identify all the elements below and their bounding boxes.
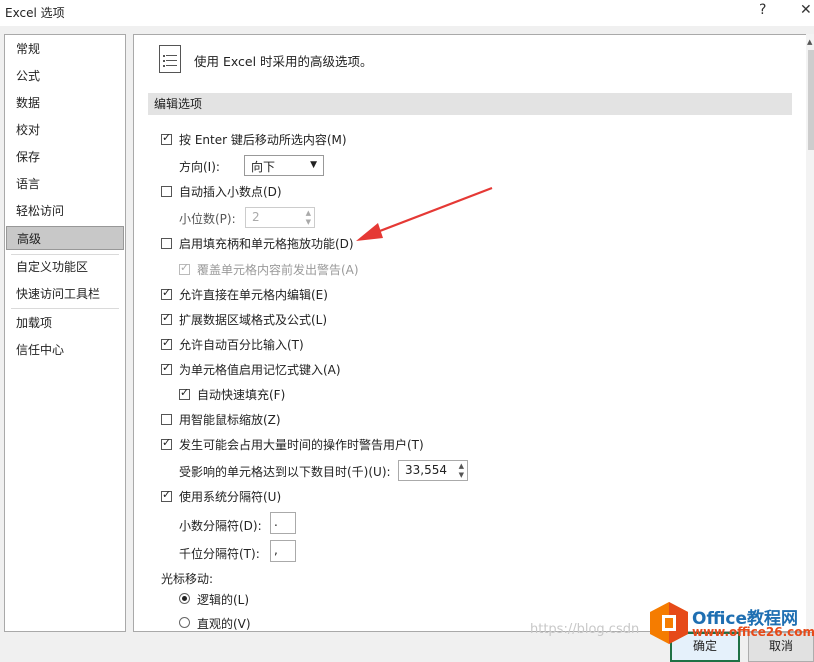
sidebar-item-formulas[interactable]: 公式 [6, 64, 124, 88]
sidebar-item-customize-ribbon[interactable]: 自定义功能区 [6, 255, 124, 279]
scroll-up-icon[interactable]: ▲ [807, 38, 812, 46]
sidebar-item-data[interactable]: 数据 [6, 91, 124, 115]
visual-label: 直观的(V) [197, 617, 251, 631]
close-button[interactable]: ✕ [800, 2, 812, 18]
cells-threshold-value: 33,554 [405, 463, 447, 477]
visual-radio[interactable] [179, 617, 190, 628]
fill-handle-checkbox[interactable] [161, 238, 172, 249]
logical-radio[interactable] [179, 593, 190, 604]
sidebar-item-proofing[interactable]: 校对 [6, 118, 124, 142]
flash-fill-label: 自动快速填充(F) [197, 388, 286, 402]
sidebar-item-general[interactable]: 常规 [6, 37, 124, 61]
enter-move-checkbox[interactable] [161, 131, 172, 145]
alert-slow-checkbox[interactable] [161, 436, 172, 450]
decimal-separator-label: 小数分隔符(D): [179, 519, 262, 533]
places-spinner[interactable]: 2 ▲ ▼ [245, 207, 315, 228]
spin-up-icon[interactable]: ▲ [306, 209, 311, 217]
options-panel: 使用 Excel 时采用的高级选项。 编辑选项 按 Enter 键后移动所选内容… [133, 34, 807, 632]
sidebar: 常规 公式 数据 校对 保存 语言 轻松访问 高级 自定义功能区 快速访问工具栏… [4, 34, 126, 632]
document-icon [159, 45, 181, 73]
auto-decimal-label: 自动插入小数点(D) [179, 185, 282, 199]
cells-threshold-label: 受影响的单元格达到以下数目时(千)(U): [179, 465, 391, 479]
title-bar: Excel 选项 ? ✕ [0, 0, 814, 26]
logical-label: 逻辑的(L) [197, 593, 250, 607]
chevron-down-icon: ▼ [310, 160, 317, 170]
spin-up-icon[interactable]: ▲ [459, 462, 464, 470]
section-header-editing: 编辑选项 [148, 93, 792, 115]
office-logo-icon [650, 602, 688, 644]
places-value: 2 [252, 210, 260, 224]
direction-label: 方向(I): [179, 160, 220, 174]
watermark-site: www.office26.com [692, 625, 814, 639]
scroll-thumb[interactable] [808, 50, 814, 150]
zoom-roll-checkbox[interactable] [161, 414, 172, 425]
extend-formats-label: 扩展数据区域格式及公式(L) [179, 313, 328, 327]
flash-fill-checkbox[interactable] [179, 386, 190, 400]
fill-handle-label: 启用填充柄和单元格拖放功能(D) [179, 237, 354, 251]
decimal-separator-input[interactable]: . [270, 512, 296, 534]
sidebar-item-quick-access-toolbar[interactable]: 快速访问工具栏 [6, 282, 124, 306]
auto-percent-label: 允许自动百分比输入(T) [179, 338, 304, 352]
alert-overwrite-label: 覆盖单元格内容前发出警告(A) [197, 263, 359, 277]
decimal-separator-value: . [274, 515, 278, 529]
help-button[interactable]: ? [759, 2, 766, 18]
sidebar-item-trust-center[interactable]: 信任中心 [6, 338, 124, 362]
auto-decimal-checkbox[interactable] [161, 186, 172, 197]
spin-down-icon[interactable]: ▼ [306, 218, 311, 226]
auto-percent-checkbox[interactable] [161, 336, 172, 350]
window-title: Excel 选项 [5, 6, 65, 20]
places-label: 小位数(P): [179, 212, 236, 226]
direction-select[interactable]: 向下 ▼ [244, 155, 324, 176]
sidebar-item-add-ins[interactable]: 加载项 [6, 311, 124, 335]
thousands-separator-label: 千位分隔符(T): [179, 547, 260, 561]
alert-slow-label: 发生可能会占用大量时间的操作时警告用户(T) [179, 438, 424, 452]
watermark-url: https://blog.csdn [530, 622, 640, 637]
system-separators-label: 使用系统分隔符(U) [179, 490, 282, 504]
page-title: 使用 Excel 时采用的高级选项。 [194, 54, 373, 69]
autocomplete-label: 为单元格值启用记忆式键入(A) [179, 363, 341, 377]
sidebar-divider [11, 308, 119, 309]
zoom-roll-label: 用智能鼠标缩放(Z) [179, 413, 281, 427]
annotation-arrow-icon [356, 186, 493, 241]
sidebar-item-advanced[interactable]: 高级 [6, 226, 124, 250]
edit-in-cell-label: 允许直接在单元格内编辑(E) [179, 288, 328, 302]
alert-overwrite-checkbox[interactable] [179, 261, 190, 275]
sidebar-item-save[interactable]: 保存 [6, 145, 124, 169]
autocomplete-checkbox[interactable] [161, 361, 172, 375]
sidebar-item-accessibility[interactable]: 轻松访问 [6, 199, 124, 223]
cells-threshold-spinner[interactable]: 33,554 ▲ ▼ [398, 460, 468, 481]
enter-move-label: 按 Enter 键后移动所选内容(M) [179, 133, 347, 147]
extend-formats-checkbox[interactable] [161, 311, 172, 325]
thousands-separator-value: , [274, 543, 278, 557]
cursor-movement-label: 光标移动: [161, 572, 214, 586]
direction-value: 向下 [251, 160, 276, 174]
system-separators-checkbox[interactable] [161, 488, 172, 502]
spin-down-icon[interactable]: ▼ [459, 471, 464, 479]
edit-in-cell-checkbox[interactable] [161, 286, 172, 300]
thousands-separator-input[interactable]: , [270, 540, 296, 562]
sidebar-item-language[interactable]: 语言 [6, 172, 124, 196]
